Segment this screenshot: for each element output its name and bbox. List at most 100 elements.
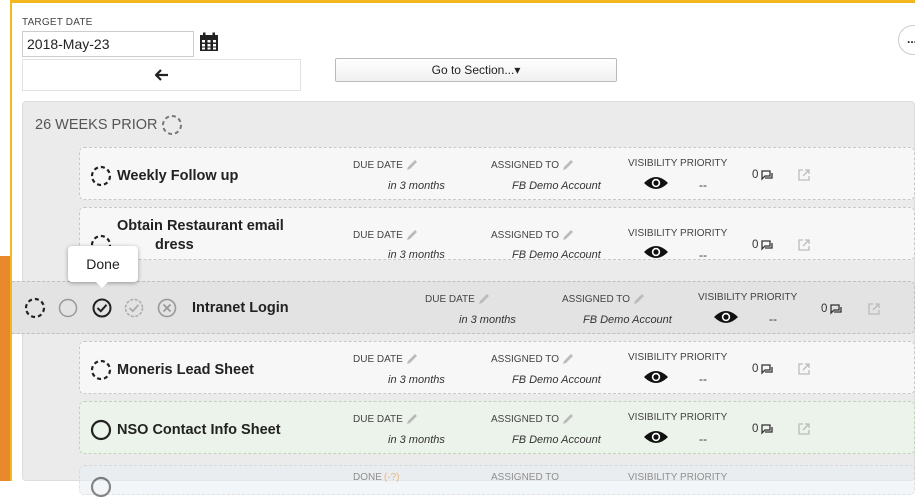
external-link-icon[interactable] [797,238,811,252]
assigned-to-label: ASSIGNED TO [491,472,559,483]
comments-icon [761,240,774,251]
visibility-priority-label: VISIBILITY PRIORITY [628,412,728,423]
pending-status-icon[interactable] [24,297,46,319]
task-title[interactable]: Moneris Lead Sheet [90,359,254,381]
due-date-value: in 3 months [388,249,445,261]
due-date-label: DUE DATE [353,228,419,242]
external-link-icon[interactable] [867,302,881,316]
assigned-to-label: ASSIGNED TO [562,292,646,306]
target-date-label: TARGET DATE [22,17,93,28]
due-date-value: in 3 months [388,180,445,192]
comments-icon [761,170,774,181]
section-title: 26 WEEKS PRIOR [35,114,183,136]
target-date-input[interactable] [22,31,194,57]
task-title-text: Weekly Follow up [117,167,239,184]
pencil-icon[interactable] [561,352,575,366]
open-status-icon[interactable] [58,298,78,318]
done-check-icon[interactable] [92,298,112,318]
assigned-to-value: FB Demo Account [583,314,672,326]
cancel-x-icon[interactable] [157,298,177,318]
assigned-to-label: ASSIGNED TO [491,228,575,242]
external-link-icon[interactable] [797,362,811,376]
priority-value: -- [769,312,777,326]
assigned-to-value: FB Demo Account [512,374,601,386]
eye-icon[interactable] [643,369,669,385]
eye-icon[interactable] [713,309,739,325]
priority-value: -- [699,432,707,446]
visibility-priority-label: VISIBILITY PRIORITY [628,472,728,483]
go-to-section-dropdown[interactable]: Go to Section...▾ [335,58,617,82]
app-panel: TARGET DATE Go to Section...▾ ... 26 WEE… [12,3,915,498]
due-date-value: in 3 months [388,374,445,386]
back-button[interactable] [22,59,301,91]
comments-count[interactable]: 0 [821,303,843,315]
comments-count[interactable]: 0 [752,423,774,435]
left-gutter [0,0,10,256]
eye-icon[interactable] [643,175,669,191]
external-link-icon[interactable] [797,422,811,436]
left-accent-bar [0,256,10,481]
task-title[interactable]: Intranet Login [192,299,289,318]
task-title[interactable]: Weekly Follow up [90,165,238,187]
visibility-priority-label: VISIBILITY PRIORITY [698,292,798,303]
pencil-icon[interactable] [561,228,575,242]
task-row-intranet-login[interactable]: Intranet Login DUE DATE in 3 months ASSI… [12,281,915,334]
open-status-icon[interactable] [90,476,112,498]
assigned-to-value: FB Demo Account [512,180,601,192]
due-date-value: in 3 months [388,434,445,446]
pencil-icon[interactable] [477,292,491,306]
task-title-text: Intranet Login [192,300,289,316]
section-title-text: 26 WEEKS PRIOR [35,117,158,133]
comments-count[interactable]: 0 [752,363,774,375]
comments-icon [761,424,774,435]
pencil-icon[interactable] [405,412,419,426]
eye-icon[interactable] [643,429,669,445]
visibility-priority-label: VISIBILITY PRIORITY [628,228,728,239]
task-row-moneris-lead-sheet[interactable]: Moneris Lead Sheet DUE DATE in 3 months … [79,341,915,394]
priority-value: -- [699,372,707,386]
done-tooltip: Done [68,246,138,288]
pencil-icon[interactable] [561,412,575,426]
due-date-label: DUE DATE [353,352,419,366]
task-title-text: Moneris Lead Sheet [117,361,254,378]
verified-check-icon[interactable] [124,298,144,318]
assigned-to-value: FB Demo Account [512,249,601,261]
task-row-partial[interactable]: DONE (-?) ASSIGNED TO VISIBILITY PRIORIT… [79,465,915,498]
priority-value: -- [699,248,707,262]
assigned-to-label: ASSIGNED TO [491,352,575,366]
visibility-priority-label: VISIBILITY PRIORITY [628,352,728,363]
pending-status-icon[interactable] [161,114,183,136]
open-status-icon[interactable] [90,419,112,441]
task-title-text: NSO Contact Info Sheet [117,421,281,438]
comments-icon [761,364,774,375]
task-title-line2: dress [155,237,194,253]
comments-count[interactable]: 0 [752,169,774,181]
pencil-icon[interactable] [405,158,419,172]
external-link-icon[interactable] [797,168,811,182]
assigned-to-label: ASSIGNED TO [491,412,575,426]
due-date-label: DUE DATE [425,292,491,306]
task-row-nso-contact-info-sheet[interactable]: NSO Contact Info Sheet DUE DATE in 3 mon… [79,401,915,454]
pencil-icon[interactable] [405,352,419,366]
assigned-to-label: ASSIGNED TO [491,158,575,172]
assigned-to-value: FB Demo Account [512,434,601,446]
calendar-icon[interactable] [199,32,219,52]
pencil-icon[interactable] [632,292,646,306]
comments-count[interactable]: 0 [752,239,774,251]
visibility-priority-label: VISIBILITY PRIORITY [628,158,728,169]
task-title[interactable]: NSO Contact Info Sheet [90,419,281,441]
due-date-label: DUE DATE [353,158,419,172]
priority-value: -- [699,178,707,192]
pending-status-icon[interactable] [90,165,112,187]
pending-status-icon[interactable] [90,359,112,381]
more-options-button[interactable]: ... [898,25,915,55]
task-row-weekly-follow-up[interactable]: Weekly Follow up DUE DATE in 3 months AS… [79,147,915,200]
pencil-icon[interactable] [405,228,419,242]
done-label: DONE (-?) [353,472,400,483]
pencil-icon[interactable] [561,158,575,172]
due-date-value: in 3 months [459,314,516,326]
due-date-label: DUE DATE [353,412,419,426]
comments-icon [830,304,843,315]
eye-icon[interactable] [643,244,669,260]
task-row-obtain-restaurant-email[interactable]: Obtain Restaurant email dress DUE DATE i… [79,207,915,262]
